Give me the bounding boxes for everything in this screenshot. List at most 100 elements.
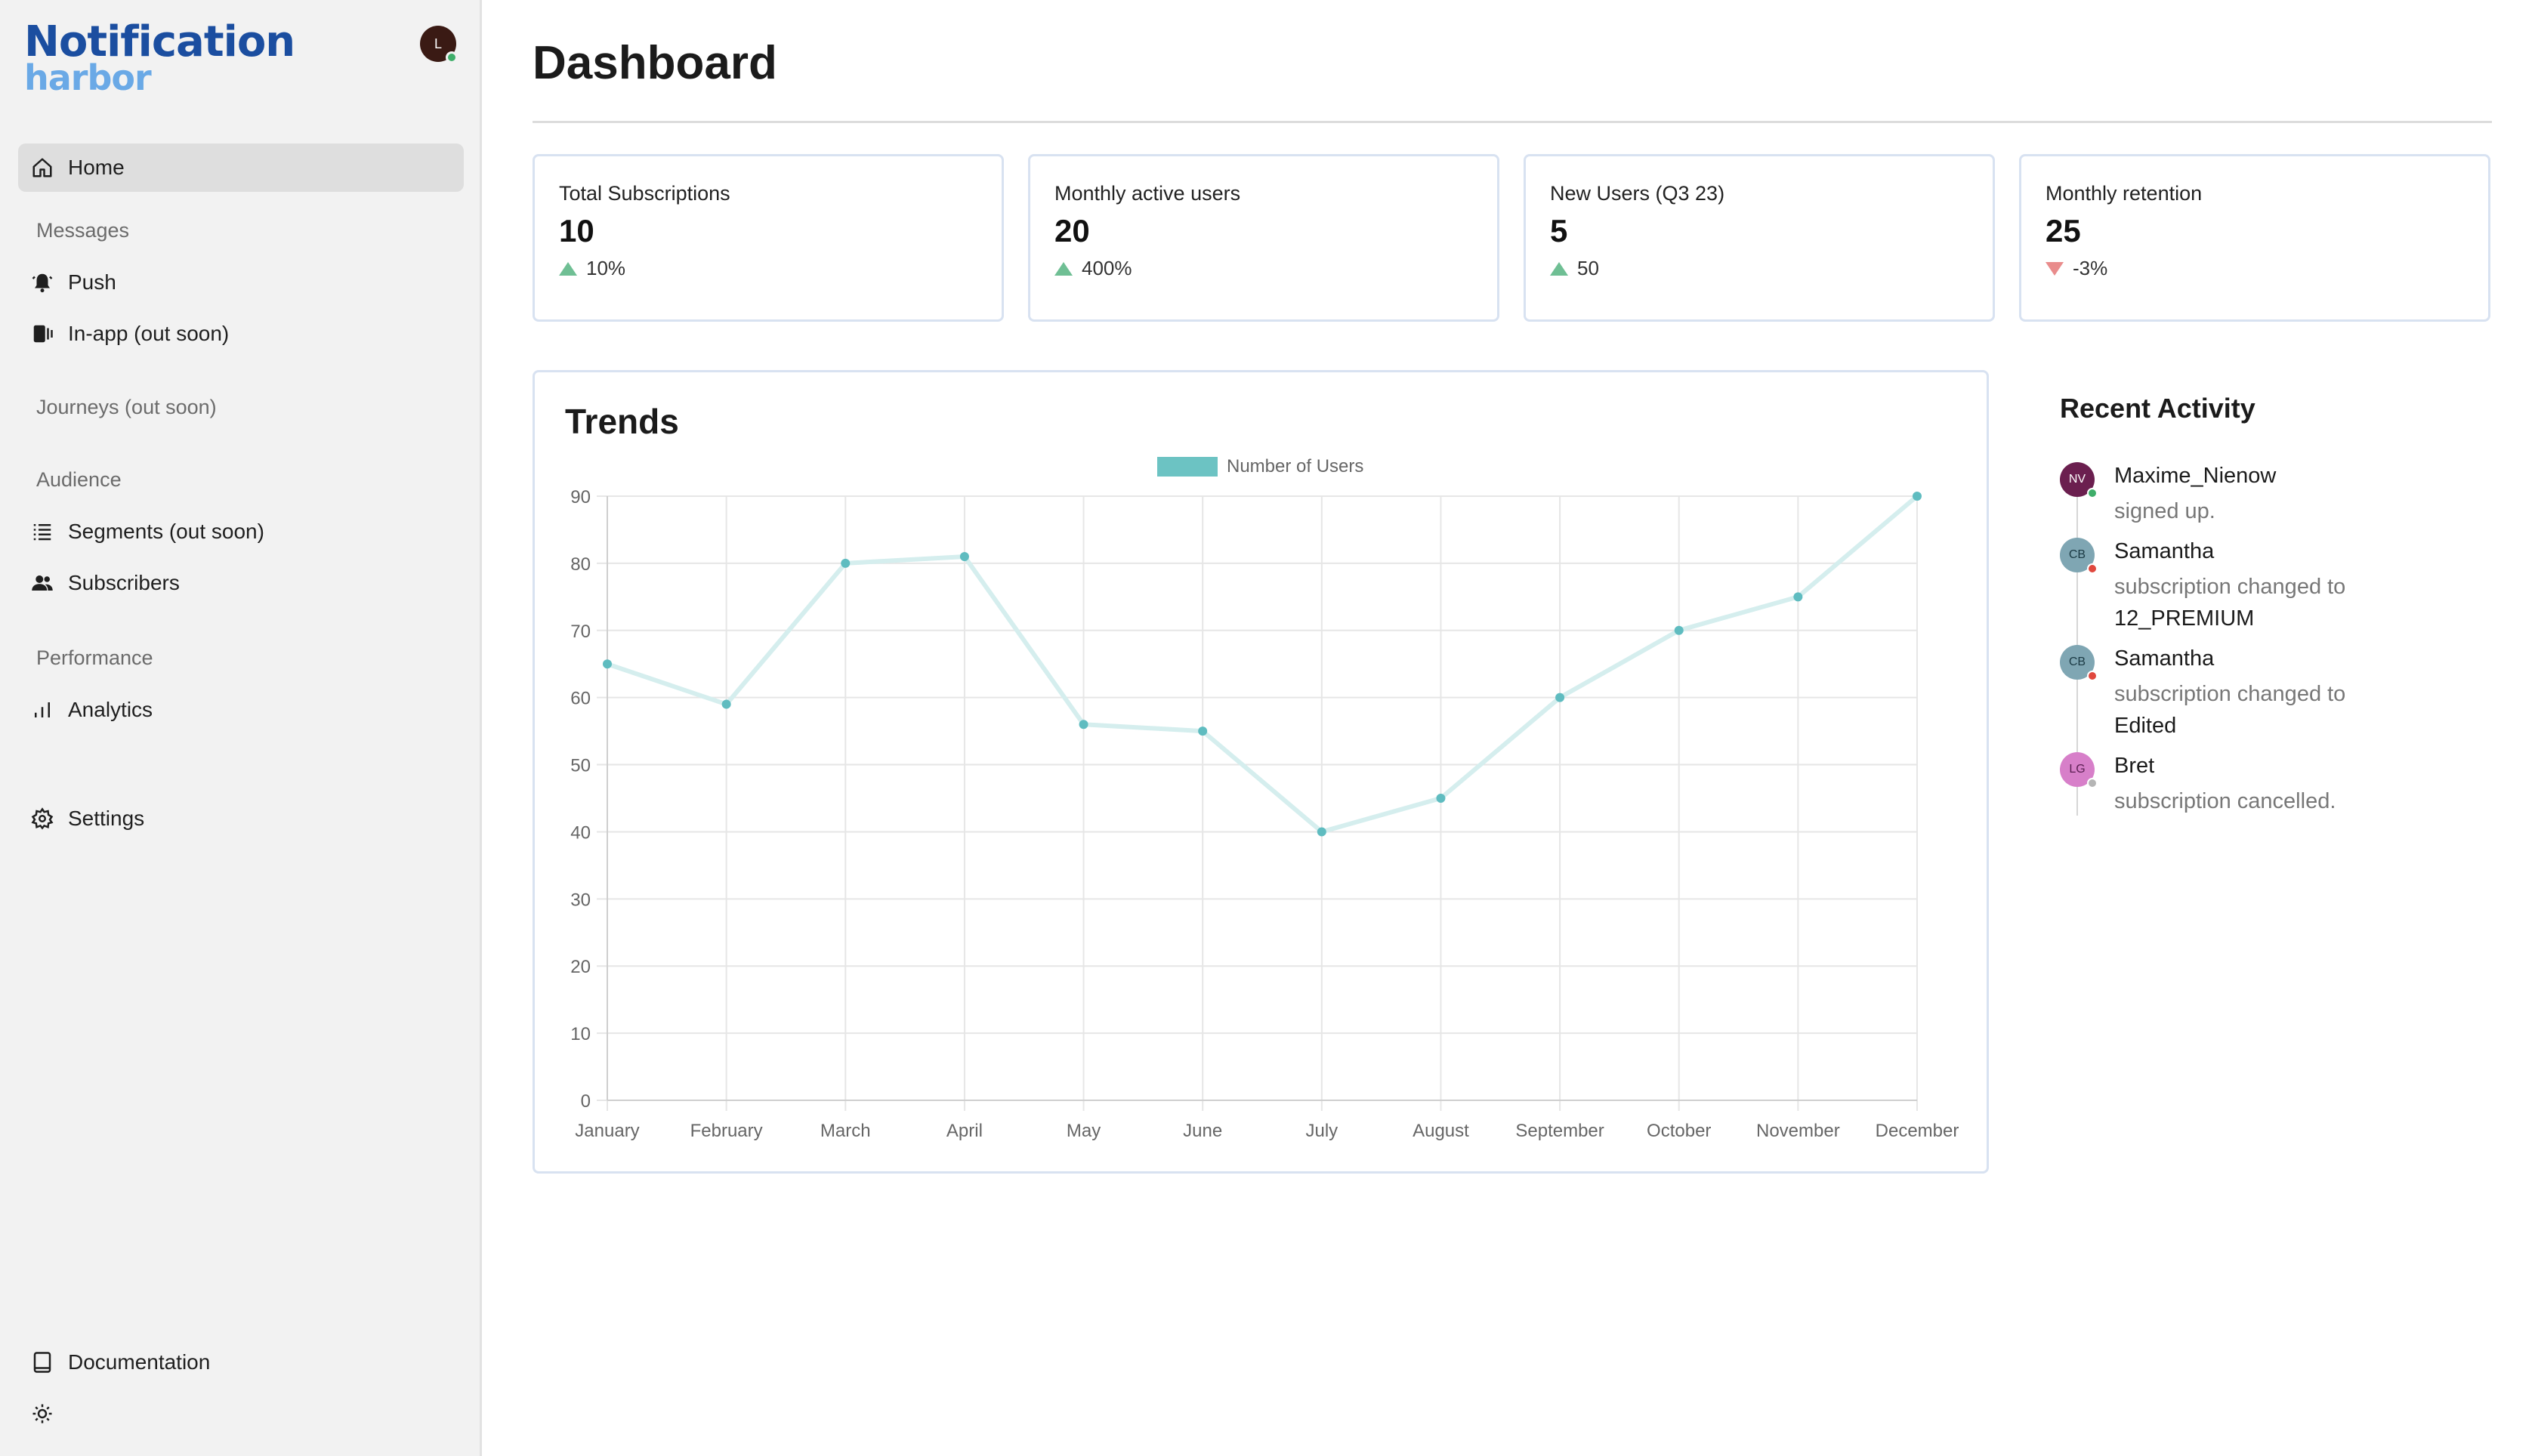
- sun-icon: [30, 1402, 54, 1426]
- sidebar-item-inapp[interactable]: In-app (out soon): [18, 310, 464, 358]
- data-point: [721, 699, 731, 709]
- app-logo[interactable]: Notification harbor: [24, 21, 295, 96]
- stat-label: Monthly active users: [1054, 182, 1241, 205]
- sidebar-item-journeys[interactable]: Journeys (out soon): [36, 396, 217, 419]
- data-point: [1674, 625, 1684, 635]
- stat-label: Monthly retention: [2046, 182, 2203, 205]
- data-point: [1555, 693, 1565, 702]
- activity-avatar[interactable]: NV: [2060, 462, 2098, 498]
- sidebar-item-analytics[interactable]: Analytics: [18, 686, 464, 734]
- stat-change-value: 400%: [1082, 257, 1132, 279]
- main-content: Dashboard Total Subscriptions 10 10% Mon…: [484, 0, 2538, 1456]
- stat-card-monthly-active-users: Monthly active users 20 400%: [1028, 154, 1499, 322]
- data-point: [1198, 726, 1208, 736]
- stat-change: 10%: [559, 257, 977, 280]
- x-tick-label: October: [1647, 1121, 1711, 1141]
- sidebar-item-label: Subscribers: [68, 571, 180, 594]
- x-tick-label: August: [1413, 1121, 1469, 1141]
- user-avatar[interactable]: L: [420, 26, 458, 63]
- y-tick-label: 0: [581, 1091, 591, 1112]
- bell-ringing-icon: [30, 270, 54, 295]
- avatar-initials: NV: [2068, 473, 2086, 486]
- activity-user-name[interactable]: Samantha: [2114, 539, 2214, 564]
- x-tick-label: March: [820, 1121, 871, 1141]
- stat-card-total-subscriptions: Total Subscriptions 10 10%: [533, 154, 1004, 322]
- sidebar-item-label: Push: [68, 270, 116, 294]
- activity-description: subscription changed to 12_PREMIUM: [2114, 571, 2462, 634]
- activity-description: subscription changed to Edited: [2114, 678, 2462, 742]
- series-line: [607, 494, 1919, 834]
- sidebar-item-home[interactable]: Home: [18, 143, 464, 192]
- users-icon: [30, 571, 54, 595]
- sidebar-item-label: Segments (out soon): [68, 520, 264, 543]
- sidebar-item-subscribers[interactable]: Subscribers: [18, 559, 464, 607]
- y-tick-label: 20: [570, 957, 591, 977]
- x-tick-label: July: [1305, 1121, 1338, 1141]
- sidebar-item-label: Home: [68, 156, 125, 179]
- data-point: [1913, 492, 1922, 501]
- status-dot: [2087, 778, 2098, 788]
- sidebar-item-label: Analytics: [68, 698, 153, 721]
- theme-toggle-button[interactable]: [18, 1390, 464, 1438]
- stat-change-value: -3%: [2073, 257, 2108, 279]
- sidebar-item-segments[interactable]: Segments (out soon): [18, 507, 464, 556]
- sidebar-item-label: Documentation: [68, 1350, 211, 1374]
- trend-up-icon: [1550, 261, 1568, 276]
- data-point: [1079, 720, 1088, 730]
- y-tick-label: 50: [570, 756, 591, 776]
- x-tick-label: February: [690, 1121, 763, 1141]
- online-status-dot: [446, 51, 458, 63]
- home-icon: [30, 156, 54, 180]
- x-tick-label: December: [1876, 1121, 1959, 1141]
- stat-change: 400%: [1054, 257, 1473, 280]
- activity-user-name[interactable]: Samantha: [2114, 646, 2214, 671]
- x-tick-label: November: [1756, 1121, 1840, 1141]
- x-tick-label: January: [575, 1121, 639, 1141]
- legend-swatch: [1157, 457, 1218, 477]
- title-divider: [533, 121, 2492, 123]
- sidebar: Notification harbor L Home Messages Push…: [0, 0, 482, 1456]
- activity-text: signed up.: [2114, 499, 2215, 523]
- y-tick-label: 40: [570, 822, 591, 843]
- y-tick-label: 60: [570, 689, 591, 709]
- y-tick-label: 80: [570, 554, 591, 575]
- sidebar-item-label: Settings: [68, 807, 145, 830]
- book-icon: [30, 1350, 54, 1374]
- sidebar-item-push[interactable]: Push: [18, 258, 464, 307]
- stat-card-monthly-retention: Monthly retention 25 -3%: [2019, 154, 2490, 322]
- section-audience: Audience: [36, 468, 122, 491]
- section-messages: Messages: [36, 219, 130, 242]
- page-title: Dashboard: [533, 37, 777, 89]
- sidebar-item-settings[interactable]: Settings: [18, 794, 464, 843]
- activity-user-name[interactable]: Bret: [2114, 754, 2154, 779]
- stat-card-new-users: New Users (Q3 23) 5 50: [1524, 154, 1995, 322]
- stat-change-value: 50: [1577, 257, 1599, 279]
- trends-card: Trends 0 10 20 30 40 50 60 70 80 90 January Februar…: [533, 370, 1989, 1174]
- x-tick-label: September: [1515, 1121, 1604, 1141]
- trend-up-icon: [559, 261, 577, 276]
- mobile-icon: [30, 322, 54, 346]
- stat-value: 10: [559, 213, 594, 248]
- activity-text: subscription cancelled.: [2114, 789, 2336, 813]
- trend-up-icon: [1054, 261, 1073, 276]
- activity-emphasis: Edited: [2114, 714, 2177, 738]
- y-tick-label: 90: [570, 487, 591, 507]
- activity-avatar[interactable]: CB: [2060, 645, 2098, 681]
- status-dot: [2087, 488, 2098, 498]
- trend-down-icon: [2046, 261, 2064, 276]
- stat-change: -3%: [2046, 257, 2464, 280]
- stat-change: 50: [1550, 257, 1968, 280]
- data-point: [959, 552, 969, 561]
- y-tick-label: 30: [570, 890, 591, 910]
- y-tick-label: 10: [570, 1024, 591, 1044]
- activity-text: subscription changed to: [2114, 682, 2346, 706]
- activity-description: subscription cancelled.: [2114, 785, 2462, 817]
- activity-user-name[interactable]: Maxime_Nienow: [2114, 464, 2276, 489]
- x-tick-label: June: [1183, 1121, 1222, 1141]
- activity-avatar[interactable]: LG: [2060, 752, 2098, 788]
- data-point: [1793, 592, 1803, 602]
- status-dot: [2087, 671, 2098, 681]
- activity-avatar[interactable]: CB: [2060, 538, 2098, 574]
- sidebar-item-documentation[interactable]: Documentation: [18, 1338, 464, 1387]
- stat-value: 20: [1054, 213, 1090, 248]
